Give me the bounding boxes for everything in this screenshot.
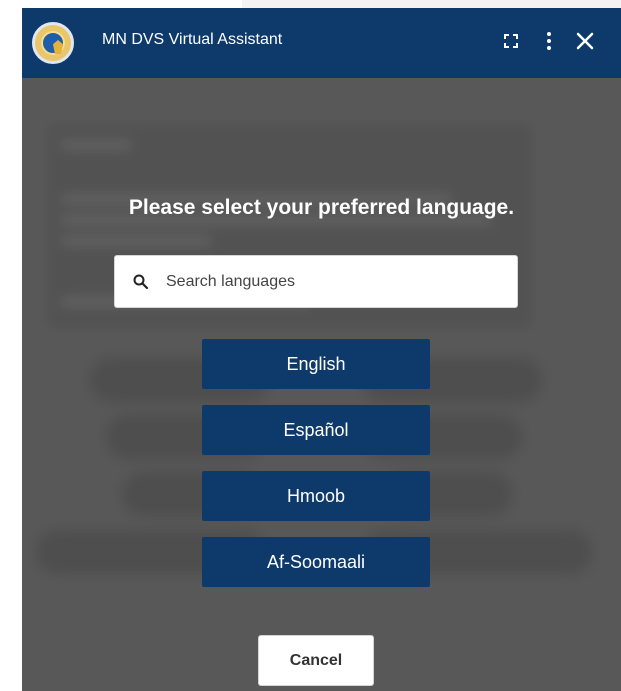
language-search[interactable] [114,255,518,308]
language-english-button[interactable]: English [202,339,430,389]
expand-icon [504,34,518,48]
top-edge-strip [0,0,621,8]
seal-star [53,40,63,54]
close-icon [576,32,594,50]
cancel-button[interactable]: Cancel [258,635,374,686]
menu-button[interactable] [534,26,564,56]
state-seal-icon [32,22,74,64]
language-prompt: Please select your preferred language. [128,196,515,219]
language-search-input[interactable] [164,269,498,295]
language-espanol-button[interactable]: Español [202,405,430,455]
search-icon [133,274,149,290]
chat-content: Please select your preferred language. E… [22,78,621,691]
window-title: MN DVS Virtual Assistant [102,31,283,48]
blur-line [61,141,131,149]
top-edge-shadow [242,0,621,8]
more-vertical-icon [547,32,551,50]
expand-button[interactable] [496,26,526,56]
blur-line [61,237,211,245]
chat-header: MN DVS Virtual Assistant [22,8,621,78]
seal-inner [41,31,65,55]
language-hmoob-button[interactable]: Hmoob [202,471,430,521]
close-button[interactable] [570,26,600,56]
language-af-soomaali-button[interactable]: Af-Soomaali [202,537,430,587]
